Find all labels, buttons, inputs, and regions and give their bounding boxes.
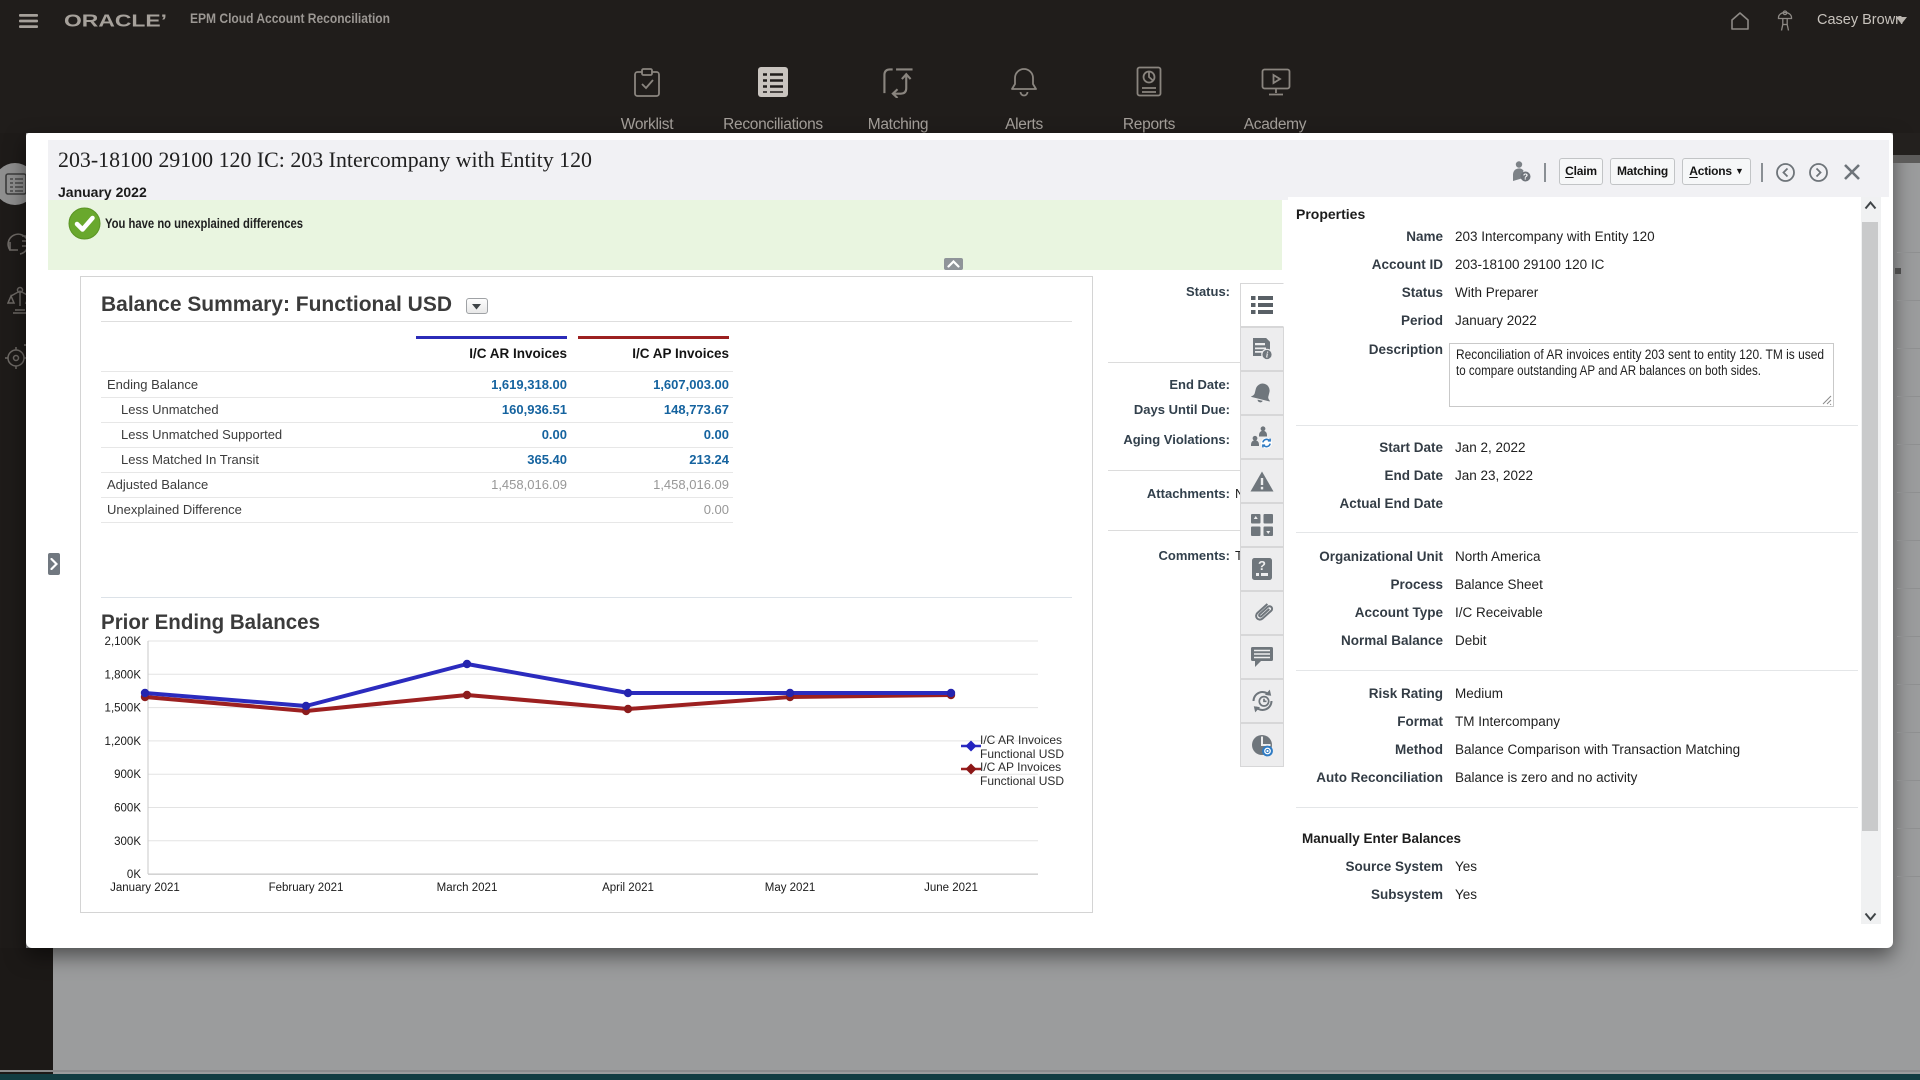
svg-text:203-18100 29100 120 IC: 203 In: 203-18100 29100 120 IC: 203 Intercompany… (58, 147, 592, 172)
svg-text:Functional USD: Functional USD (980, 747, 1064, 761)
svg-text:to compare outstanding AP and: to compare outstanding AP and AR balance… (1456, 363, 1761, 378)
svg-text:Functional USD: Functional USD (980, 774, 1064, 788)
svg-text:600K: 600K (114, 803, 141, 815)
svg-text:I/C AP Invoices: I/C AP Invoices (980, 760, 1061, 774)
svg-text:1,500K: 1,500K (105, 703, 142, 715)
svg-text:February 2021: February 2021 (269, 882, 344, 894)
svg-text:2,100K: 2,100K (105, 636, 142, 648)
svg-text:1,800K: 1,800K (105, 669, 142, 681)
svg-text:You have no unexplained differ: You have no unexplained differences (105, 216, 303, 231)
svg-text:0K: 0K (127, 869, 141, 881)
svg-text:300K: 300K (114, 836, 141, 848)
svg-text:April 2021: April 2021 (602, 882, 654, 894)
svg-text:Reconciliation of AR invoices: Reconciliation of AR invoices entity 203… (1456, 347, 1824, 362)
svg-text:?: ? (1258, 558, 1266, 573)
svg-text:May 2021: May 2021 (765, 882, 816, 894)
svg-text:900K: 900K (114, 769, 141, 781)
svg-text:EPM Cloud Account Reconciliati: EPM Cloud Account Reconciliation (190, 11, 390, 26)
svg-text:?: ? (1523, 171, 1528, 181)
svg-text:January 2021: January 2021 (110, 882, 180, 894)
svg-text:1,200K: 1,200K (105, 736, 142, 748)
svg-text:Balance Summary: Functional US: Balance Summary: Functional USD (101, 292, 452, 316)
svg-text:I/C AR Invoices: I/C AR Invoices (980, 733, 1062, 747)
svg-text:March 2021: March 2021 (437, 882, 498, 894)
svg-text:ORACLE’: ORACLE’ (64, 12, 167, 30)
svg-text:June 2021: June 2021 (924, 882, 978, 894)
